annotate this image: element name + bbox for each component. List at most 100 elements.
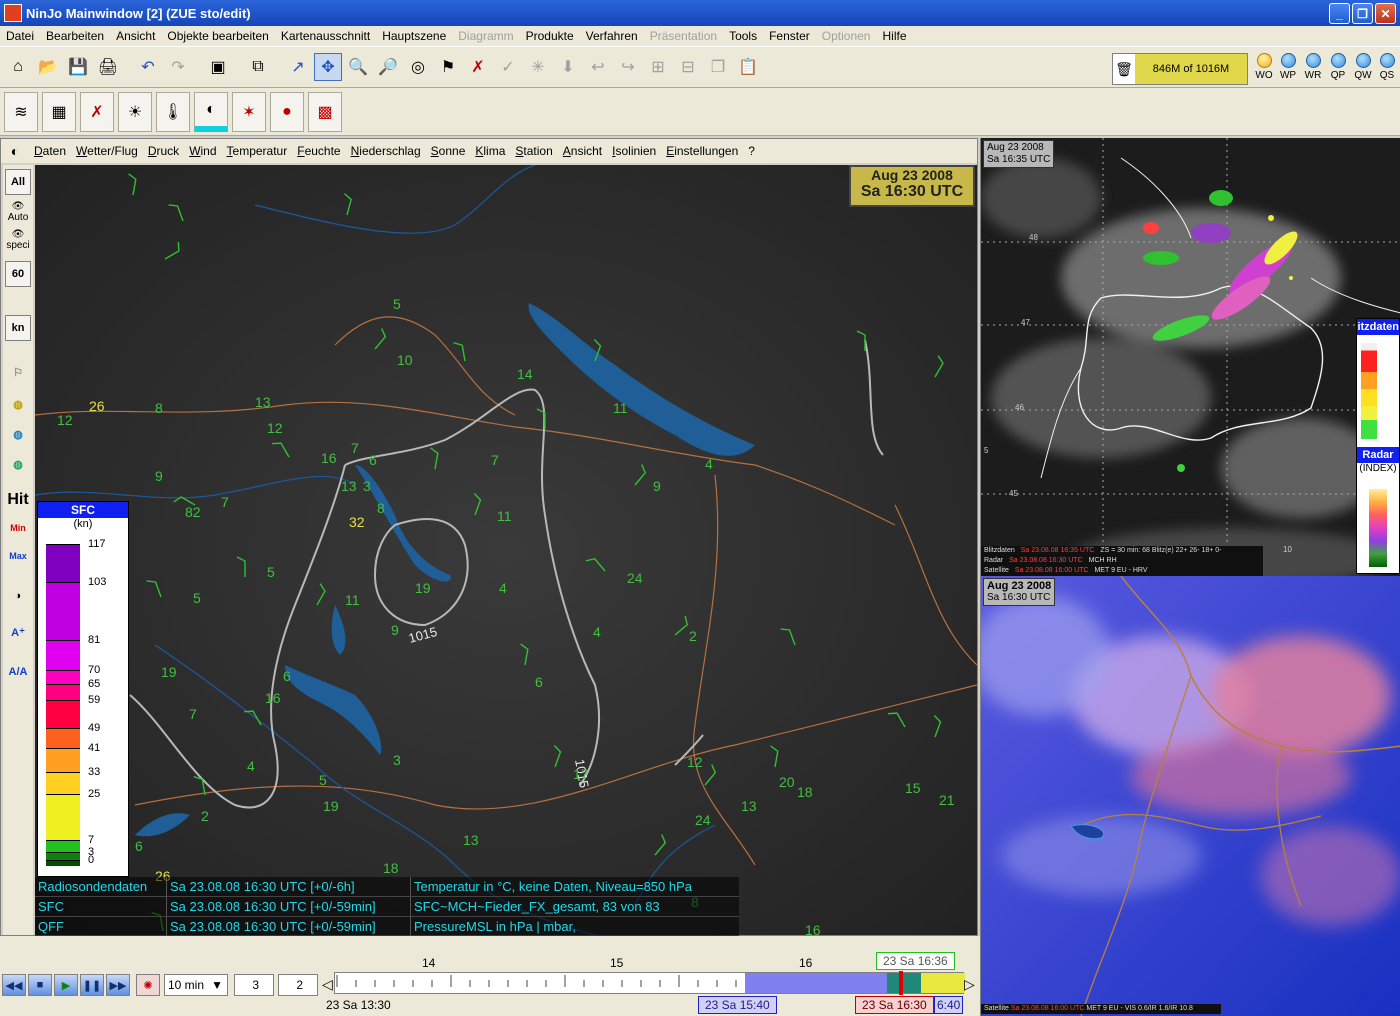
menu-diagramm[interactable]: Diagramm	[452, 29, 519, 43]
forward-icon[interactable]: ↪	[614, 53, 642, 81]
undo-icon[interactable]: ↶	[134, 53, 162, 81]
menu-präsentation[interactable]: Präsentation	[644, 29, 723, 43]
close-button[interactable]: ✕	[1375, 3, 1396, 24]
minimize-button[interactable]: _	[1329, 3, 1350, 24]
font-increase-icon[interactable]: A⁺	[5, 619, 31, 645]
satellite-radar-view[interactable]: 48 47 46 45 5 10 Aug 23 2008 Sa 16:35 UT…	[980, 138, 1400, 576]
info-row[interactable]: QFF Sa 23.08.08 16:30 UTC [+0/-59min] Pres…	[35, 917, 739, 937]
menu-tools[interactable]: Tools	[723, 29, 763, 43]
lightning-layer-icon[interactable]: ✶	[232, 92, 266, 132]
map-menu-daten[interactable]: Daten	[29, 144, 71, 158]
print-icon[interactable]: 🖨	[94, 53, 122, 81]
map-menu-ansicht[interactable]: Ansicht	[558, 144, 607, 158]
quick-scene-qp[interactable]: QP	[1326, 53, 1350, 87]
contour-tool-3-icon[interactable]: ◍	[5, 451, 31, 477]
group-icon[interactable]: ⊞	[644, 53, 672, 81]
layers-stack-icon[interactable]: ≋	[4, 92, 38, 132]
stop-icon[interactable]: ■	[28, 974, 52, 996]
delete-marker-icon[interactable]: ✗	[464, 53, 492, 81]
map-menu-wetter-flug[interactable]: Wetter/Flug	[71, 144, 143, 158]
satellite-rgb-view[interactable]: Aug 23 2008 Sa 16:30 UTC Satellite Sa 23…	[980, 576, 1400, 1016]
ungroup-icon[interactable]: ⊟	[674, 53, 702, 81]
step-select[interactable]: 10 min ▼	[164, 974, 228, 996]
zoom-in-icon[interactable]: 🔍	[344, 53, 372, 81]
paste-icon[interactable]: 📋	[734, 53, 762, 81]
quick-scene-wr[interactable]: WR	[1301, 53, 1325, 87]
maximize-button[interactable]: ❐	[1352, 3, 1373, 24]
station-layer-icon[interactable]: ◐	[194, 92, 228, 132]
menu-hauptszene[interactable]: Hauptszene	[376, 29, 452, 43]
home-icon[interactable]: ⌂	[4, 53, 32, 81]
map-menu-station[interactable]: Station	[510, 144, 557, 158]
pointer-icon[interactable]: ↗	[284, 53, 312, 81]
copy-icon[interactable]: ❐	[704, 53, 732, 81]
crossed-layer-icon[interactable]: ✗	[80, 92, 114, 132]
info-row[interactable]: SFC Sa 23.08.08 16:30 UTC [+0/-59min] SFC~…	[35, 897, 739, 917]
map-menu-sonne[interactable]: Sonne	[426, 144, 471, 158]
contrast-icon[interactable]: ◑	[5, 583, 31, 609]
timeline-track[interactable]	[334, 971, 965, 995]
menu-produkte[interactable]: Produkte	[520, 29, 580, 43]
map-menu-druck[interactable]: Druck	[143, 144, 184, 158]
step-forward-icon[interactable]: ▶▶	[106, 974, 130, 996]
save-icon[interactable]: 💾	[64, 53, 92, 81]
quick-scene-wo[interactable]: WO	[1252, 53, 1276, 87]
auto-button[interactable]: 👁 Auto	[5, 199, 31, 225]
play-icon[interactable]: ▶	[54, 974, 78, 996]
sun-layer-icon[interactable]: ☀	[118, 92, 152, 132]
wind-tool-icon[interactable]: ⚐	[5, 359, 31, 385]
contour-tool-1-icon[interactable]: ◍	[5, 391, 31, 417]
map-menu-einstellungen[interactable]: Einstellungen	[661, 144, 743, 158]
timeline-range[interactable]	[745, 973, 895, 993]
scene-icon[interactable]: ◐	[1, 140, 29, 162]
menu-optionen[interactable]: Optionen	[816, 29, 877, 43]
layer-icon[interactable]: ▣	[204, 53, 232, 81]
max-button[interactable]: Max	[5, 543, 31, 569]
grid-layer-icon[interactable]: ▦	[42, 92, 76, 132]
spinner-1[interactable]: 3	[234, 974, 274, 996]
distance-icon[interactable]: ◎	[404, 53, 432, 81]
spinner-2[interactable]: 2	[278, 974, 318, 996]
interval-60-button[interactable]: 60	[5, 261, 31, 287]
menu-datei[interactable]: Datei	[0, 29, 40, 43]
knots-button[interactable]: kn	[5, 315, 31, 341]
hit-button[interactable]: Hit	[5, 487, 31, 513]
radar-layer-icon[interactable]: ▩	[308, 92, 342, 132]
quick-scene-wp[interactable]: WP	[1276, 53, 1300, 87]
back-icon[interactable]: ↩	[584, 53, 612, 81]
redo-icon[interactable]: ↷	[164, 53, 192, 81]
map-menu-feuchte[interactable]: Feuchte	[292, 144, 345, 158]
settings-gear-icon[interactable]: ✺	[136, 974, 160, 996]
pan-icon[interactable]: ✥	[314, 53, 342, 81]
star-icon[interactable]: ✳	[524, 53, 552, 81]
timeline-cursor[interactable]	[899, 971, 903, 995]
menu-bearbeiten[interactable]: Bearbeiten	[40, 29, 110, 43]
menu-hilfe[interactable]: Hilfe	[876, 29, 912, 43]
garbage-collect-icon[interactable]: 🗑	[1113, 54, 1135, 84]
contour-tool-2-icon[interactable]: ◍	[5, 421, 31, 447]
map-menu-?[interactable]: ?	[743, 144, 760, 158]
open-icon[interactable]: 📂	[34, 53, 62, 81]
timeline-left-arrow-icon[interactable]: ◁	[322, 976, 333, 993]
info-row[interactable]: Radiosondendaten Sa 23.08.08 16:30 UTC [+…	[35, 877, 739, 897]
check-icon[interactable]: ✓	[494, 53, 522, 81]
menu-verfahren[interactable]: Verfahren	[580, 29, 644, 43]
export-icon[interactable]: ⧉	[244, 53, 272, 81]
step-back-icon[interactable]: ◀◀	[2, 974, 26, 996]
menu-fenster[interactable]: Fenster	[763, 29, 816, 43]
font-size-icon[interactable]: A/A	[5, 659, 31, 685]
quick-scene-qw[interactable]: QW	[1351, 53, 1375, 87]
pin-icon[interactable]: ⬇	[554, 53, 582, 81]
menu-objekte-bearbeiten[interactable]: Objekte bearbeiten	[161, 29, 274, 43]
map-menu-isolinien[interactable]: Isolinien	[607, 144, 661, 158]
map-menu-wind[interactable]: Wind	[184, 144, 221, 158]
quick-scene-qs[interactable]: QS	[1375, 53, 1399, 87]
min-button[interactable]: Min	[5, 515, 31, 541]
menu-kartenausschnitt[interactable]: Kartenausschnitt	[275, 29, 376, 43]
pause-icon[interactable]: ❚❚	[80, 974, 104, 996]
radiosonde-icon[interactable]: ●	[270, 92, 304, 132]
thermometer-icon[interactable]: 🌡	[156, 92, 190, 132]
timeline-right-arrow-icon[interactable]: ▷	[964, 976, 975, 993]
marker-icon[interactable]: ⚑	[434, 53, 462, 81]
zoom-out-icon[interactable]: 🔎	[374, 53, 402, 81]
